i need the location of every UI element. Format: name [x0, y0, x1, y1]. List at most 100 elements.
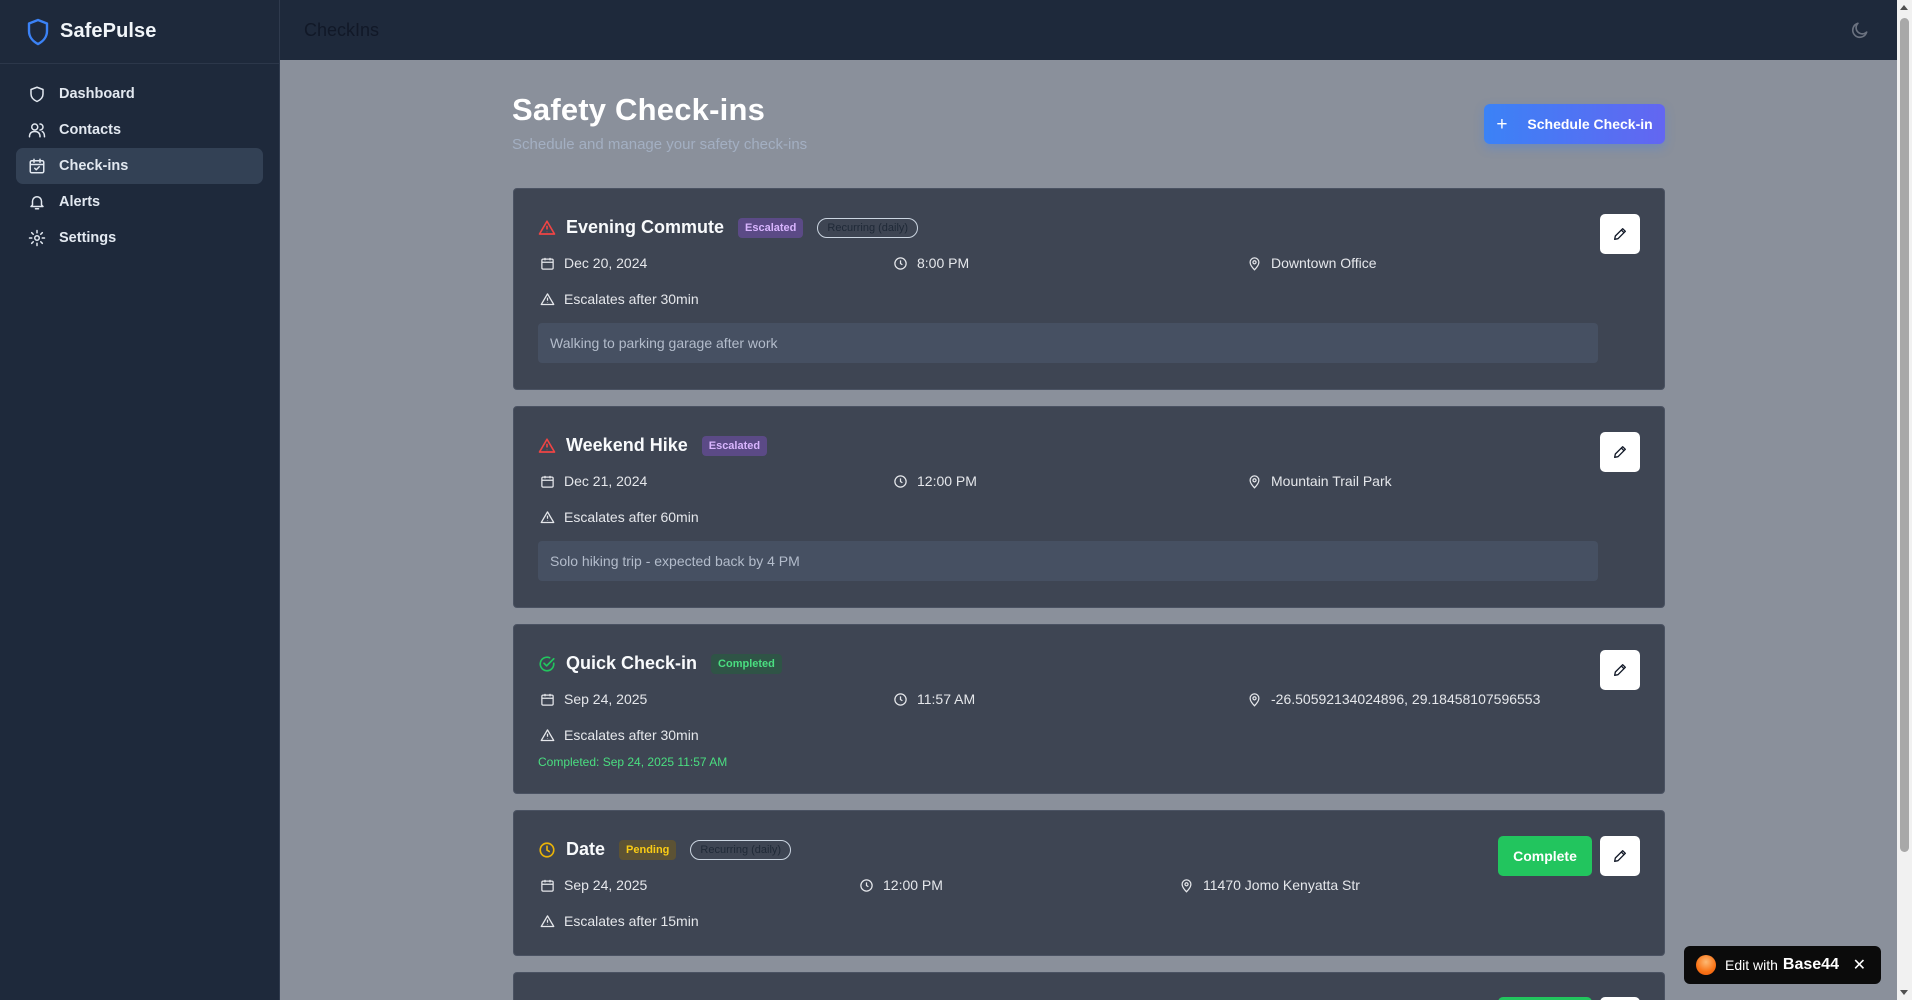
- checkin-time-text: 12:00 PM: [883, 877, 943, 893]
- edit-button[interactable]: [1600, 836, 1640, 876]
- gear-icon: [28, 229, 46, 247]
- sidebar-item-alerts[interactable]: Alerts: [16, 184, 263, 220]
- alert-triangle-icon: [538, 219, 556, 235]
- checkin-time: 8:00 PM: [893, 255, 969, 271]
- edit-button[interactable]: [1600, 432, 1640, 472]
- sidebar-item-dashboard[interactable]: Dashboard: [16, 76, 263, 112]
- sidebar-item-label: Check-ins: [59, 158, 129, 174]
- complete-button[interactable]: Complete: [1498, 836, 1592, 876]
- checkin-location: Downtown Office: [1247, 255, 1377, 271]
- checkin-card: Quick Check-in Completed Sep 24, 2025 11…: [513, 624, 1665, 794]
- checkin-time-text: 8:00 PM: [917, 255, 970, 271]
- map-pin-icon: [1249, 692, 1260, 707]
- checkin-title: Weekend Hike: [566, 435, 688, 455]
- brand[interactable]: SafePulse: [0, 0, 279, 64]
- checkin-card: Evening Commute Escalated Recurring (dai…: [513, 188, 1665, 390]
- close-icon[interactable]: ✕: [1853, 955, 1866, 975]
- checkin-location-text: Downtown Office: [1271, 255, 1377, 271]
- checkin-card-partial: [513, 972, 1665, 1000]
- map-pin-icon: [1249, 256, 1260, 271]
- checkin-location-text: 11470 Jomo Kenyatta Str: [1203, 877, 1360, 893]
- app-name: SafePulse: [60, 20, 157, 42]
- checkin-card: Weekend Hike Escalated Dec 21, 2024 12:0…: [513, 406, 1665, 608]
- badge-brand: Base44: [1782, 956, 1839, 973]
- warning-icon: [540, 510, 555, 523]
- checkin-escalation-text: Escalates after 60min: [564, 509, 699, 525]
- checkin-location: Mountain Trail Park: [1247, 473, 1392, 489]
- clock-icon: [894, 692, 907, 706]
- checkin-escalation: Escalates after 60min: [540, 509, 699, 525]
- page-subtitle: Schedule and manage your safety check-in…: [512, 136, 808, 153]
- pencil-icon: [1614, 850, 1626, 862]
- scroll-down-arrow-icon[interactable]: [1900, 990, 1908, 995]
- pencil-icon: [1614, 228, 1626, 240]
- scroll-up-arrow-icon[interactable]: [1900, 5, 1908, 10]
- checkin-date: Dec 21, 2024: [540, 473, 647, 489]
- calendar-icon: [541, 879, 554, 892]
- sidebar-item-label: Dashboard: [59, 86, 135, 102]
- checkin-date: Dec 20, 2024: [540, 255, 647, 271]
- checkin-time: 12:00 PM: [859, 877, 943, 893]
- calendar-check-icon: [29, 158, 45, 174]
- calendar-icon: [541, 693, 554, 706]
- checkin-escalation: Escalates after 30min: [540, 291, 699, 307]
- clock-icon: [860, 878, 873, 892]
- sidebar-item-settings[interactable]: Settings: [16, 220, 263, 256]
- shield-logo-icon: [27, 18, 49, 45]
- edit-button[interactable]: [1600, 214, 1640, 254]
- edit-with-base44-badge[interactable]: Edit with Base44 ✕: [1684, 946, 1881, 984]
- warning-icon: [540, 914, 555, 927]
- checkin-title: Date: [566, 839, 606, 859]
- moon-icon[interactable]: [1850, 20, 1870, 40]
- sidebar-item-checkins[interactable]: Check-ins: [16, 148, 263, 184]
- checkin-note: Walking to parking garage after work: [538, 323, 1598, 363]
- topbar-title: CheckIns: [304, 19, 380, 40]
- checkin-title: Evening Commute: [566, 217, 725, 237]
- checkin-location-text: Mountain Trail Park: [1271, 473, 1392, 489]
- scrollbar[interactable]: [1897, 0, 1912, 1000]
- bell-icon: [30, 196, 44, 210]
- sidebar-nav: Dashboard Contacts Check-ins Alerts Sett…: [0, 64, 279, 268]
- shield-icon: [30, 86, 44, 103]
- badge-text: Edit with: [1725, 957, 1778, 973]
- checkin-title-row: Quick Check-in Completed: [538, 653, 796, 674]
- sidebar: SafePulse Dashboard Contacts Check-ins A…: [0, 0, 280, 1000]
- sidebar-item-contacts[interactable]: Contacts: [16, 112, 263, 148]
- scroll-thumb[interactable]: [1900, 18, 1909, 852]
- sidebar-item-label: Contacts: [59, 122, 122, 138]
- checkin-date: Sep 24, 2025: [540, 691, 647, 707]
- checkin-title: Quick Check-in: [566, 653, 698, 673]
- checkin-date-text: Sep 24, 2025: [564, 877, 648, 893]
- checkin-escalation: Escalates after 30min: [540, 727, 699, 743]
- checkin-location: -26.50592134024896, 29.18458107596553: [1247, 691, 1540, 707]
- checkin-note: Solo hiking trip - expected back by 4 PM: [538, 541, 1598, 581]
- checkin-time-text: 11:57 AM: [917, 691, 976, 707]
- page-title: Safety Check-ins: [512, 92, 766, 127]
- checkin-location: 11470 Jomo Kenyatta Str: [1179, 877, 1360, 893]
- edit-button[interactable]: [1600, 650, 1640, 690]
- status-badge: Pending: [619, 839, 677, 860]
- checkin-date-text: Sep 24, 2025: [564, 691, 648, 707]
- checkin-card: Date Pending Recurring (daily) Sep 24, 2…: [513, 810, 1665, 956]
- warning-icon: [540, 728, 555, 741]
- checkin-title-row: Date Pending Recurring (daily): [538, 839, 805, 860]
- checkin-escalation: Escalates after 15min: [540, 913, 699, 929]
- sidebar-item-label: Alerts: [59, 194, 101, 210]
- recurring-badge: Recurring (daily): [690, 839, 792, 860]
- warning-icon: [540, 292, 555, 305]
- checkin-escalation-text: Escalates after 30min: [564, 727, 699, 743]
- calendar-icon: [541, 475, 554, 488]
- map-pin-icon: [1181, 878, 1192, 893]
- status-badge: Escalated: [738, 217, 804, 238]
- completed-timestamp: Completed: Sep 24, 2025 11:57 AM: [538, 755, 728, 769]
- clock-icon: [894, 256, 907, 270]
- status-badge: Escalated: [701, 435, 768, 456]
- map-pin-icon: [1249, 474, 1260, 489]
- check-circle-icon: [539, 655, 555, 672]
- schedule-checkin-button[interactable]: + Schedule Check-in: [1484, 104, 1665, 144]
- clock-icon: [539, 841, 555, 858]
- alert-triangle-icon: [538, 437, 556, 453]
- schedule-checkin-label: Schedule Check-in: [1527, 116, 1653, 132]
- checkin-date-text: Dec 21, 2024: [564, 473, 648, 489]
- recurring-badge: Recurring (daily): [817, 217, 919, 238]
